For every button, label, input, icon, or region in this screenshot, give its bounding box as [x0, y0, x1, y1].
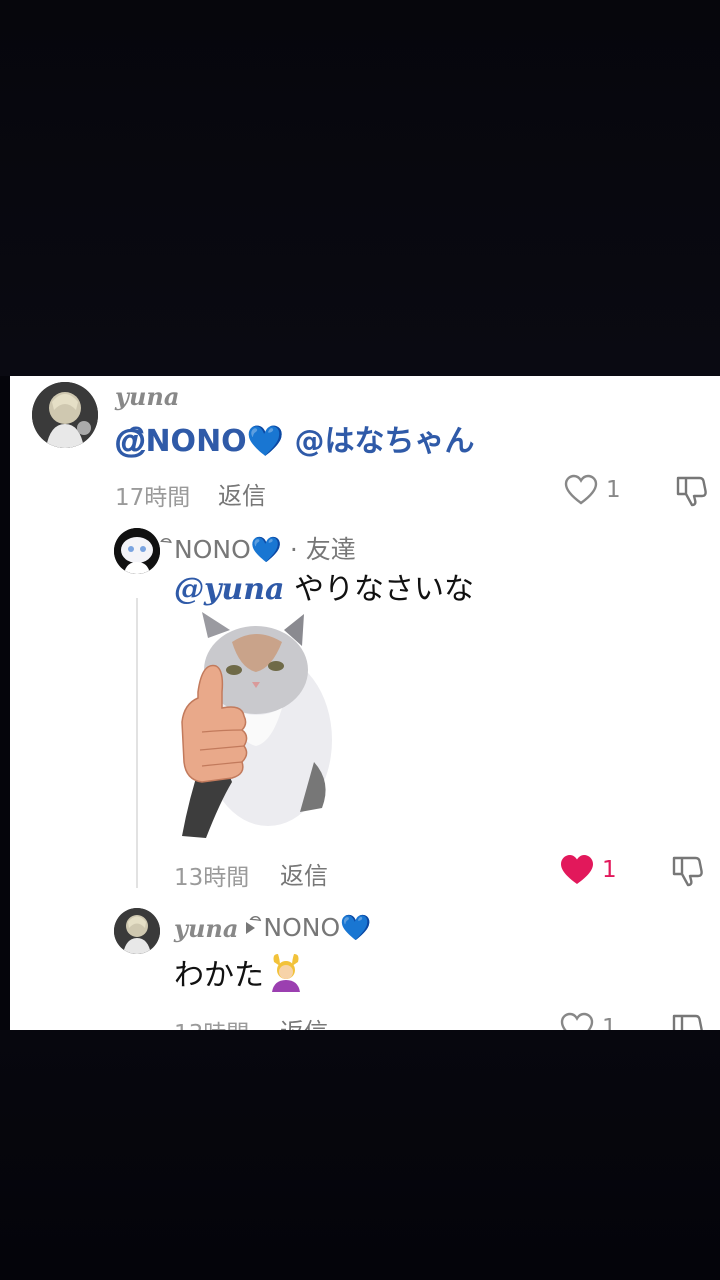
reply-button[interactable]: 返信 — [280, 856, 328, 891]
reply-button[interactable]: 返信 — [218, 476, 266, 511]
comment-body: わかた — [174, 958, 264, 993]
heart-outline-icon — [564, 474, 598, 505]
thumbs-down-icon — [672, 1014, 703, 1030]
reply-header: yuna ิNONO💙 — [174, 908, 371, 948]
like-count: 1 — [602, 857, 617, 883]
avatar-yuna[interactable] — [114, 908, 160, 954]
like-button[interactable]: 1 — [564, 474, 621, 506]
like-count: 1 — [606, 477, 621, 503]
comment-time: 17時間 — [115, 485, 191, 511]
avatar-nono[interactable] — [114, 528, 160, 574]
comment-time: 13時間 — [174, 1014, 249, 1030]
thread-line — [136, 598, 138, 888]
like-button[interactable]: 1 — [560, 1012, 617, 1030]
like-count: 1 — [602, 1015, 617, 1030]
comment-username[interactable]: ิNONO💙 — [174, 535, 282, 564]
like-button[interactable]: 1 — [560, 854, 617, 886]
dislike-button[interactable] — [670, 1012, 704, 1030]
comment-body: やりなさいな — [284, 572, 475, 607]
comment-time: 13時間 — [174, 865, 250, 891]
comment-text: @yuna やりなさいな — [174, 564, 474, 608]
avatar-yuna[interactable] — [32, 382, 98, 448]
heart-outline-icon — [560, 1012, 594, 1030]
video-background-top — [0, 0, 720, 376]
heart-filled-icon — [561, 855, 593, 884]
reply-button[interactable]: 返信 — [280, 1012, 328, 1030]
thumbs-down-icon — [672, 856, 703, 887]
comment-username[interactable]: yuna — [115, 382, 179, 411]
mention-link[interactable]: @yuna — [174, 572, 285, 607]
comment-panel: yuna @ิNONO💙 @はなちゃん 17時間 返信 1 ิNONO💙 · 友… — [10, 376, 720, 1030]
reply-arrow-icon — [246, 922, 256, 934]
comment-text: @ิNONO💙 @はなちゃん — [115, 424, 475, 459]
person-gesturing-ok-emoji-icon — [272, 954, 300, 992]
comment-username[interactable]: yuna — [174, 914, 238, 943]
dislike-button[interactable] — [670, 854, 704, 892]
friend-badge: · 友達 — [289, 535, 356, 564]
comment-text: わかた — [174, 950, 306, 994]
cat-thumbs-up-sticker — [172, 612, 348, 840]
thumbs-down-icon — [676, 476, 707, 507]
video-background-bottom — [0, 1030, 720, 1280]
reply-to-username[interactable]: ิNONO💙 — [263, 908, 371, 948]
dislike-button[interactable] — [674, 474, 708, 512]
